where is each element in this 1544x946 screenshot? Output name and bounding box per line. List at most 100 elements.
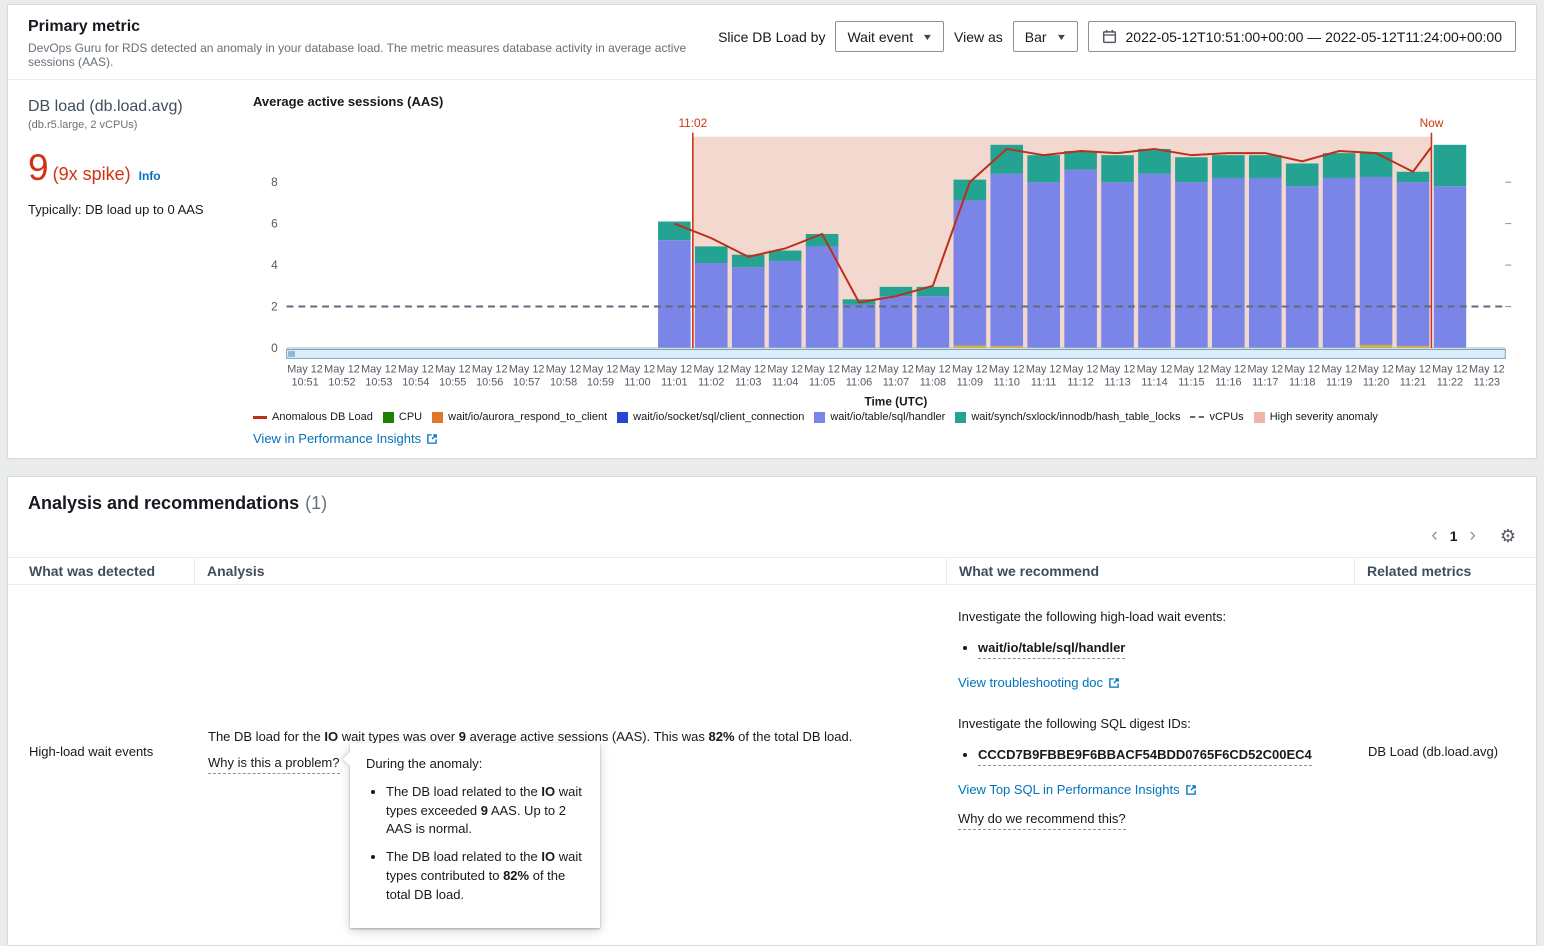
legend-swatch-box (432, 411, 444, 423)
svg-text:11:14: 11:14 (1141, 377, 1167, 389)
pagination-next-button[interactable]: › (1464, 526, 1482, 545)
svg-text:10:52: 10:52 (328, 377, 355, 389)
legend-item: wait/synch/sxlock/innodb/hash_table_lock… (955, 411, 1180, 423)
calendar-icon (1102, 29, 1116, 44)
sql-digest-link[interactable]: CCCD7B9FBBE9F6BBACF54BDD0765F6CD52C00EC4 (978, 747, 1312, 767)
svg-text:11:12: 11:12 (1067, 377, 1093, 389)
column-header-analysis: Analysis (194, 558, 946, 585)
svg-text:May 12: May 12 (841, 364, 877, 376)
svg-text:11:19: 11:19 (1326, 377, 1352, 389)
info-link[interactable]: Info (139, 169, 161, 183)
bar-segment (731, 267, 765, 349)
anomaly-tooltip: During the anomaly: The DB load related … (350, 742, 600, 928)
date-range-value: 2022-05-12T10:51:00+00:00 — 2022-05-12T1… (1125, 28, 1502, 45)
why-do-we-recommend-link[interactable]: Why do we recommend this? (958, 811, 1126, 831)
wait-event-link[interactable]: wait/io/table/sql/handler (978, 640, 1126, 660)
external-link-icon (1109, 677, 1119, 688)
column-header-recommend: What we recommend (946, 558, 1354, 585)
analysis-count: (1) (305, 493, 328, 514)
svg-text:10:54: 10:54 (402, 377, 429, 389)
svg-text:May 12: May 12 (804, 364, 840, 376)
bar-segment (768, 250, 802, 261)
external-link-icon (427, 433, 437, 444)
bar-segment (1359, 176, 1393, 345)
list-item: wait/io/table/sql/handler (978, 640, 1342, 660)
bar-segment (1175, 182, 1208, 349)
column-header-detected: What was detected (29, 563, 156, 580)
date-range-picker[interactable]: 2022-05-12T10:51:00+00:00 — 2022-05-12T1… (1087, 21, 1516, 52)
svg-text:May 12: May 12 (1321, 364, 1357, 376)
legend-item: High severity anomaly (1253, 411, 1378, 423)
svg-text:11:08: 11:08 (920, 377, 946, 389)
svg-text:May 12: May 12 (1174, 364, 1210, 376)
bar-segment (1212, 155, 1245, 178)
svg-text:10:59: 10:59 (587, 377, 614, 389)
svg-text:May 12: May 12 (1358, 364, 1394, 376)
tooltip-bullet: The DB load related to the IO wait types… (386, 783, 584, 840)
pagination-page-number[interactable]: 1 (1444, 528, 1464, 544)
bar-segment (768, 260, 802, 349)
svg-text:11:11: 11:11 (1031, 377, 1057, 389)
view-as-select[interactable]: Bar ▼ (1012, 21, 1078, 52)
primary-metric-subtitle: DevOps Guru for RDS detected an anomaly … (28, 41, 687, 69)
view-performance-insights-label: View in Performance Insights (253, 431, 422, 447)
svg-text:11:00: 11:00 (624, 377, 650, 389)
svg-text:May 12: May 12 (583, 364, 619, 376)
svg-text:11:04: 11:04 (772, 377, 798, 389)
svg-text:May 12: May 12 (1211, 364, 1247, 376)
instance-info: (db.r5.large, 2 vCPUs) (28, 119, 138, 131)
bar-segment (1248, 177, 1282, 349)
view-performance-insights-link[interactable]: View in Performance Insights (253, 431, 438, 446)
legend-swatch-box (955, 411, 967, 423)
recommend-intro-sql-digest: Investigate the following SQL digest IDs… (958, 716, 1191, 732)
bar-segment (1212, 177, 1245, 349)
legend-item: vCPUs (1190, 411, 1244, 423)
legend-item: Anomalous DB Load (253, 411, 373, 423)
chart-scrollbar[interactable] (286, 349, 1506, 359)
bar-segment (1285, 163, 1319, 187)
svg-text:May 12: May 12 (324, 364, 360, 376)
bar-segment (953, 200, 987, 346)
svg-text:11:05: 11:05 (809, 377, 835, 389)
bar-segment (879, 296, 913, 349)
svg-text:May 12: May 12 (1063, 364, 1099, 376)
chevron-down-icon: ▼ (921, 31, 934, 42)
slice-db-load-select[interactable]: Wait event ▼ (835, 21, 945, 52)
svg-text:10:51: 10:51 (291, 377, 318, 389)
svg-text:11:10: 11:10 (994, 377, 1020, 389)
svg-text:May 12: May 12 (1469, 364, 1505, 376)
svg-text:May 12: May 12 (1432, 364, 1468, 376)
svg-text:8: 8 (271, 175, 278, 189)
svg-text:4: 4 (271, 258, 278, 272)
detected-cell: High-load wait events (29, 743, 154, 759)
bar-segment (1027, 182, 1060, 349)
svg-text:10:58: 10:58 (550, 377, 577, 389)
settings-gear-icon[interactable]: ⚙ (1500, 527, 1516, 545)
recommend-intro-wait-events: Investigate the following high-load wait… (958, 609, 1227, 625)
svg-text:May 12: May 12 (1100, 364, 1136, 376)
bar-segment (1138, 173, 1171, 349)
why-is-this-a-problem-link[interactable]: Why is this a problem? (208, 755, 340, 774)
legend-swatch-box (382, 411, 394, 423)
pagination-prev-button[interactable]: ‹ (1425, 526, 1443, 545)
bar-segment (1322, 177, 1356, 349)
svg-text:May 12: May 12 (1026, 364, 1062, 376)
bar-segment (805, 246, 839, 349)
svg-text:May 12: May 12 (435, 364, 471, 376)
svg-text:10:57: 10:57 (513, 377, 540, 389)
svg-text:May 12: May 12 (1284, 364, 1320, 376)
view-troubleshooting-doc-link[interactable]: View troubleshooting doc (958, 675, 1120, 690)
svg-text:2: 2 (271, 299, 278, 313)
svg-text:May 12: May 12 (952, 364, 988, 376)
analysis-cell: The DB load for the IO wait types was ov… (194, 585, 946, 928)
legend-item: wait/io/table/sql/handler (814, 411, 945, 423)
view-top-sql-link[interactable]: View Top SQL in Performance Insights (958, 782, 1197, 797)
analysis-text: The DB load for the IO wait types was ov… (208, 728, 853, 744)
svg-text:11:23: 11:23 (1474, 377, 1500, 389)
legend-item: wait/io/socket/sql/client_connection (617, 411, 804, 423)
bar-segment (1027, 155, 1060, 183)
legend-item: CPU (382, 411, 422, 423)
bar-segment (1138, 148, 1171, 174)
svg-text:May 12: May 12 (1247, 364, 1283, 376)
svg-text:11:02: 11:02 (678, 116, 707, 130)
